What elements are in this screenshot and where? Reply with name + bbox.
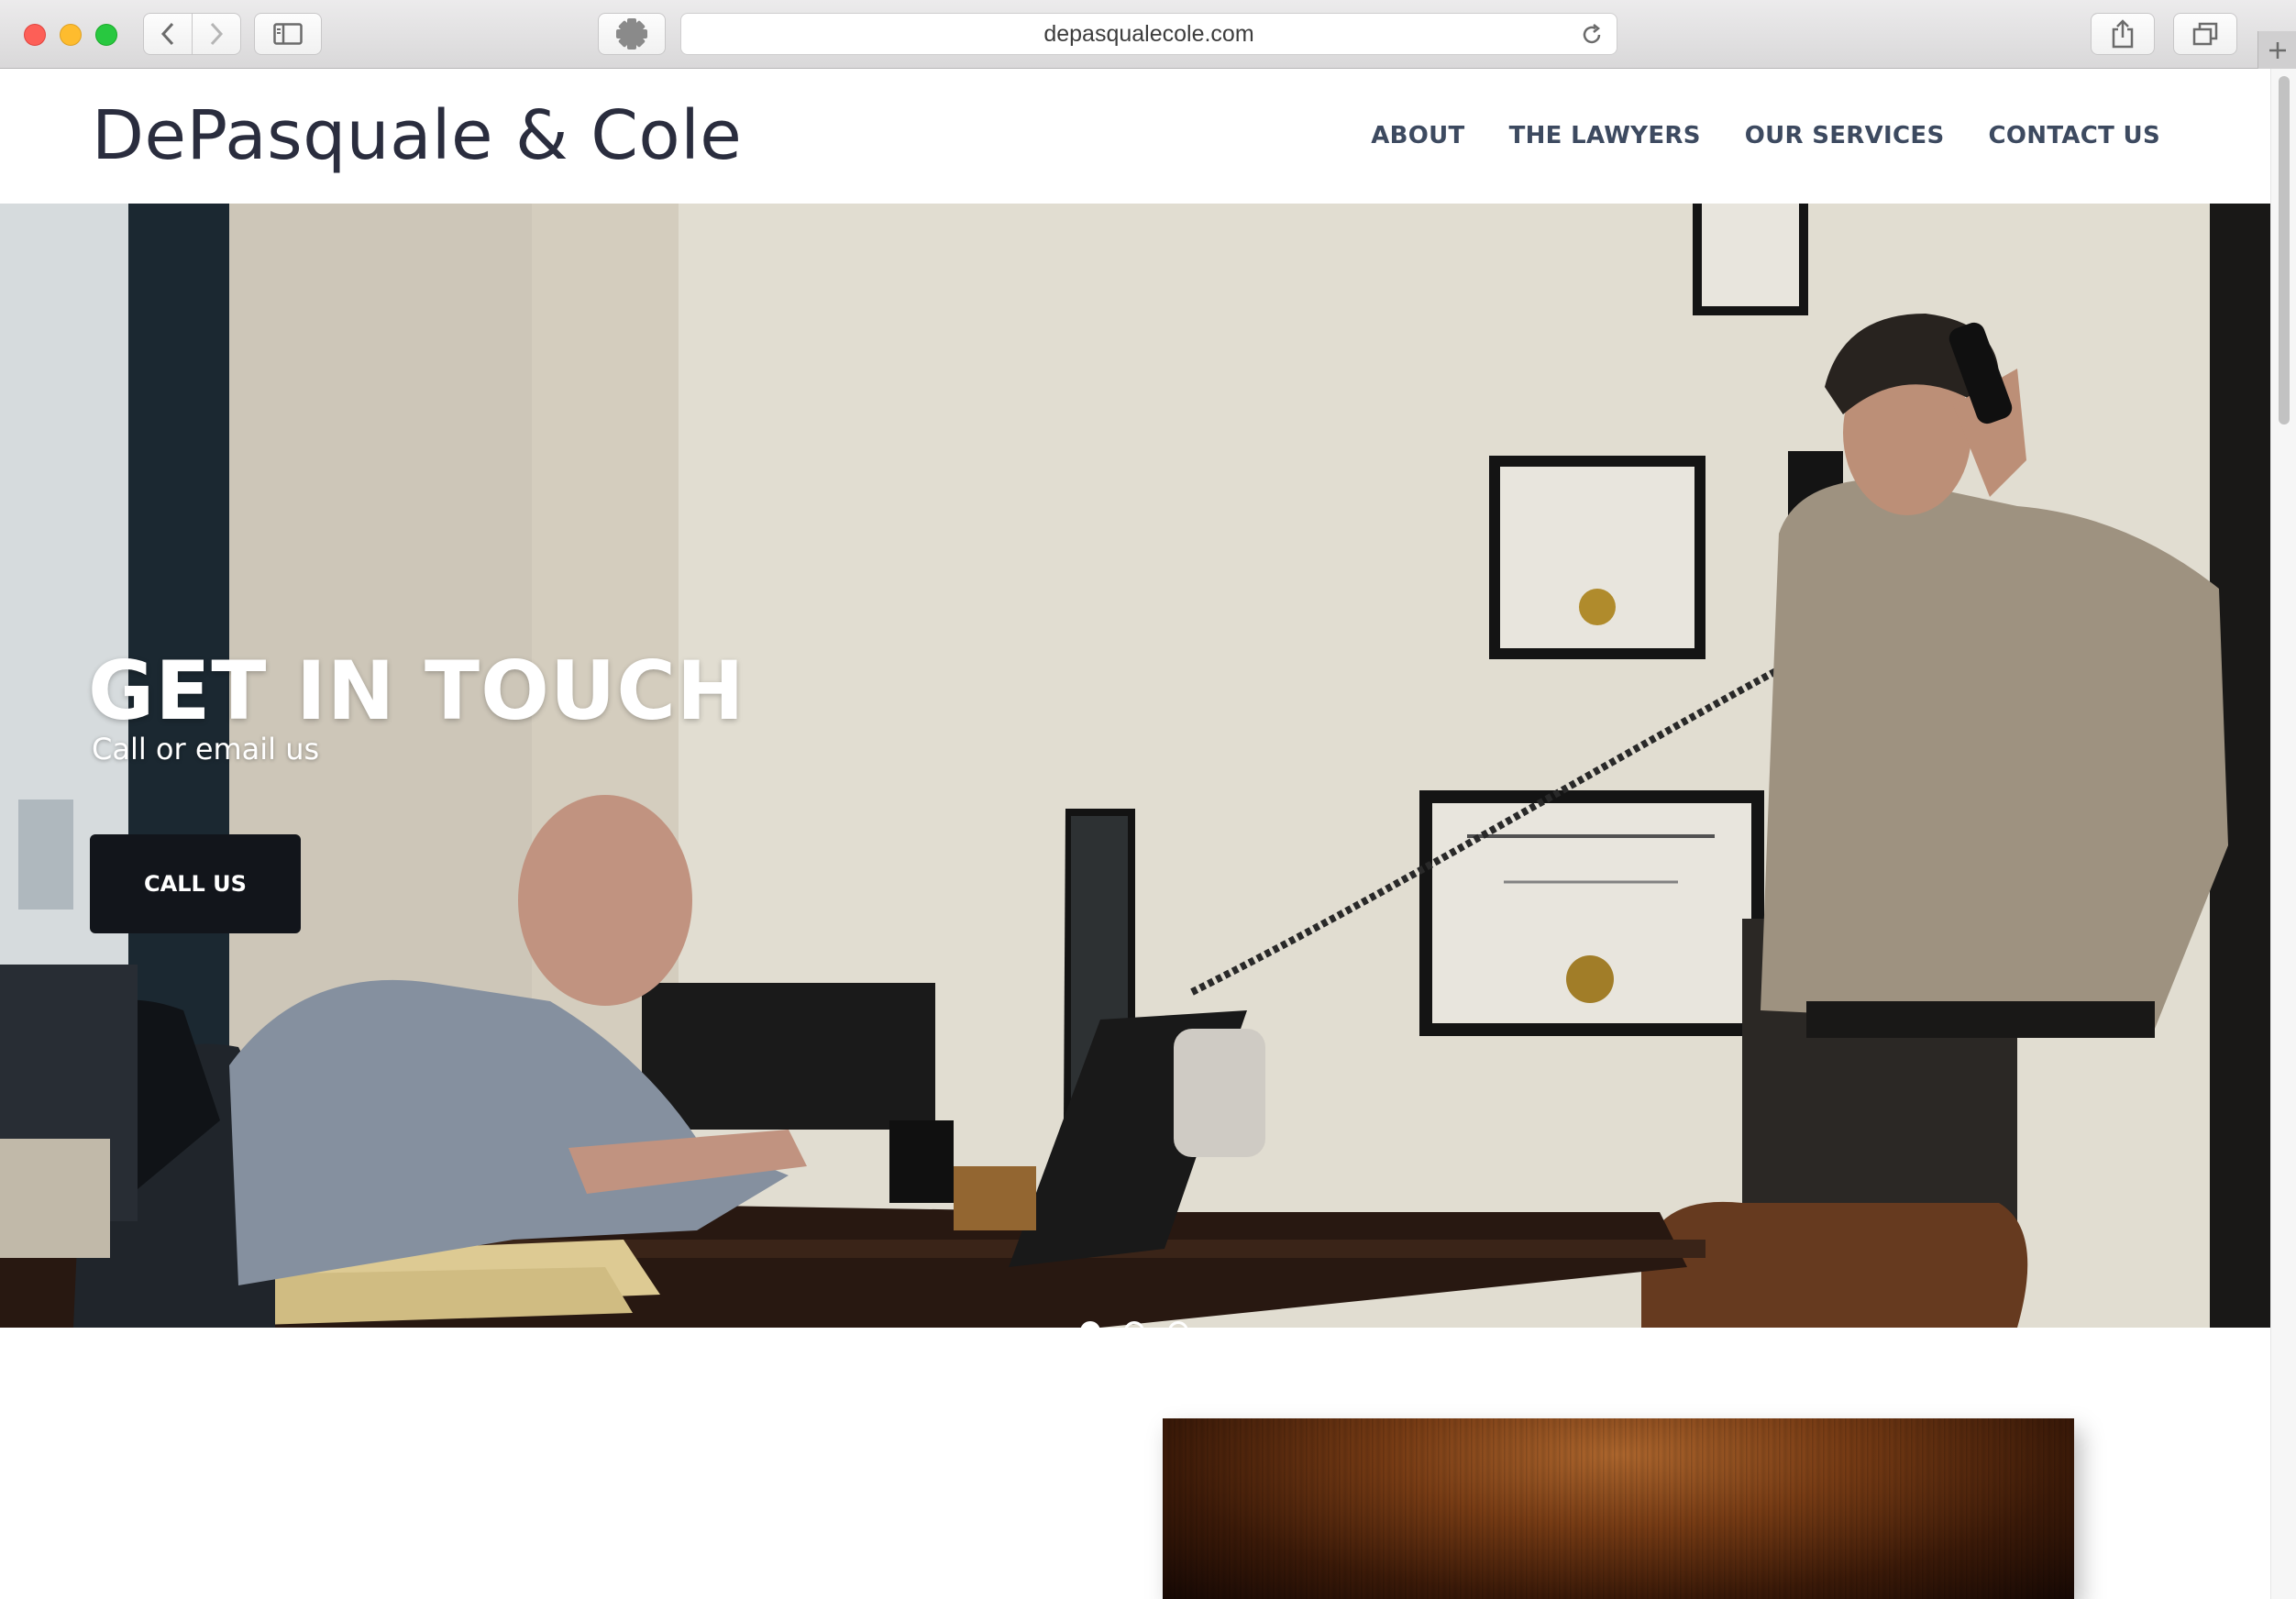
nav-our-services[interactable]: OUR SERVICES xyxy=(1745,122,1945,149)
back-button[interactable] xyxy=(143,13,193,55)
page-scrollbar[interactable] xyxy=(2270,69,2296,1599)
address-bar[interactable]: depasqualecole.com xyxy=(680,13,1617,55)
nav-about[interactable]: ABOUT xyxy=(1371,122,1464,149)
reload-icon[interactable] xyxy=(1580,23,1604,47)
site-header: DePasquale & Cole ABOUT THE LAWYERS OUR … xyxy=(0,69,2270,204)
tabs-icon xyxy=(2192,22,2218,46)
extension-button[interactable] xyxy=(598,13,666,55)
minimize-window-button[interactable] xyxy=(60,24,82,46)
sidebar-icon xyxy=(273,23,303,45)
call-us-button[interactable]: CALL US xyxy=(90,834,301,933)
forward-button[interactable] xyxy=(192,13,241,55)
main-nav: ABOUT THE LAWYERS OUR SERVICES CONTACT U… xyxy=(1371,122,2160,149)
puzzle-icon xyxy=(616,18,647,50)
wood-background-image xyxy=(1163,1418,2074,1599)
new-tab-button[interactable] xyxy=(2257,31,2296,69)
slider-pagination xyxy=(1080,1321,1188,1328)
slider-dot-1[interactable] xyxy=(1080,1321,1100,1328)
chevron-left-icon xyxy=(160,22,174,46)
chevron-right-icon xyxy=(210,22,224,46)
scroll-thumb[interactable] xyxy=(2279,76,2290,425)
share-button[interactable] xyxy=(2091,13,2155,55)
show-sidebar-button[interactable] xyxy=(254,13,322,55)
slider-dot-3[interactable] xyxy=(1168,1321,1188,1328)
url-text: depasqualecole.com xyxy=(1043,20,1254,47)
hero-office-photo xyxy=(0,204,2270,1328)
web-page: DePasquale & Cole ABOUT THE LAWYERS OUR … xyxy=(0,69,2270,1599)
plus-icon xyxy=(2268,41,2286,59)
nav-contact-us[interactable]: CONTACT US xyxy=(1989,122,2161,149)
close-window-button[interactable] xyxy=(24,24,46,46)
browser-toolbar: depasqualecole.com xyxy=(0,0,2296,69)
zoom-window-button[interactable] xyxy=(95,24,117,46)
nav-the-lawyers[interactable]: THE LAWYERS xyxy=(1509,122,1701,149)
slider-dot-2[interactable] xyxy=(1124,1321,1144,1328)
hero-title: GET IN TOUCH xyxy=(88,644,745,738)
hero-slider: GET IN TOUCH Call or email us CALL US xyxy=(0,204,2270,1328)
show-tabs-button[interactable] xyxy=(2173,13,2237,55)
hero-subtitle: Call or email us xyxy=(92,732,320,766)
site-logo[interactable]: DePasquale & Cole xyxy=(92,96,742,175)
share-icon xyxy=(2112,19,2134,49)
